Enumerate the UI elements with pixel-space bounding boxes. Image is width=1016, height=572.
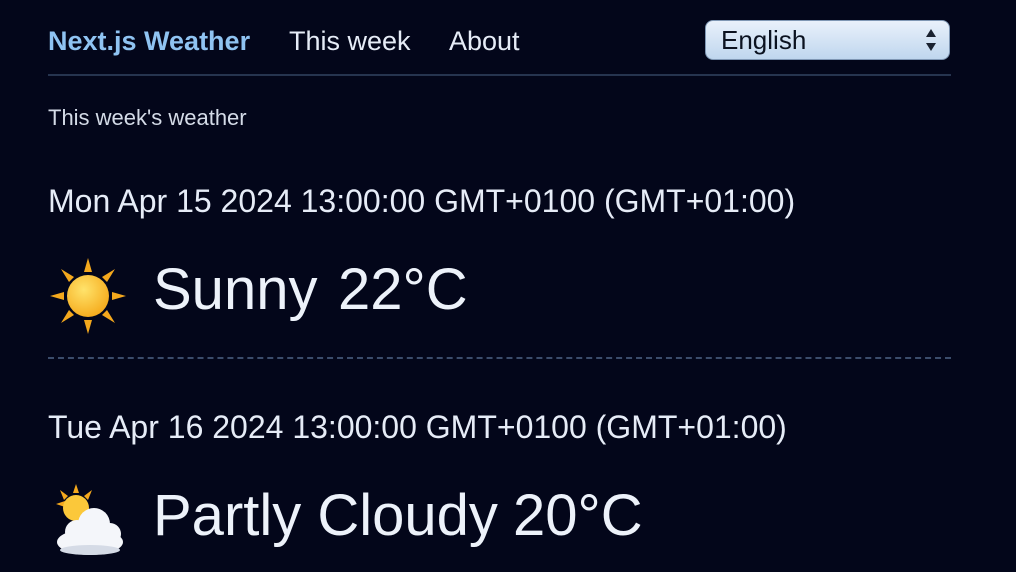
language-select[interactable]: English xyxy=(705,20,950,60)
top-navigation: Next.js Weather This week About English xyxy=(48,0,951,76)
nav-link-this-week[interactable]: This week xyxy=(289,24,411,58)
day-forecast: Mon Apr 15 2024 13:00:00 GMT+0100 (GMT+0… xyxy=(48,180,951,334)
forecast-temperature: 20°C xyxy=(513,483,643,548)
select-arrows-icon xyxy=(925,27,937,53)
partly-cloudy-icon xyxy=(50,484,126,560)
language-select-value: English xyxy=(721,25,807,55)
forecast-condition: Sunny xyxy=(153,257,318,322)
page-subtitle: This week's weather xyxy=(48,105,247,130)
sun-icon xyxy=(50,258,126,334)
nav-link-about[interactable]: About xyxy=(449,24,520,58)
forecast-row: Partly Cloudy 20°C xyxy=(48,480,951,555)
forecast-date: Mon Apr 15 2024 13:00:00 GMT+0100 (GMT+0… xyxy=(48,183,796,219)
forecast-date: Tue Apr 16 2024 13:00:00 GMT+0100 (GMT+0… xyxy=(48,409,787,445)
brand-link[interactable]: Next.js Weather xyxy=(48,24,250,58)
day-forecast: Tue Apr 16 2024 13:00:00 GMT+0100 (GMT+0… xyxy=(48,406,951,555)
forecast-temperature: 22°C xyxy=(338,257,468,322)
forecast-row: Sunny 22°C xyxy=(48,254,951,334)
weather-page: Next.js Weather This week About English … xyxy=(0,0,1016,572)
forecast-divider xyxy=(48,357,951,359)
forecast-condition: Partly Cloudy xyxy=(153,483,498,548)
